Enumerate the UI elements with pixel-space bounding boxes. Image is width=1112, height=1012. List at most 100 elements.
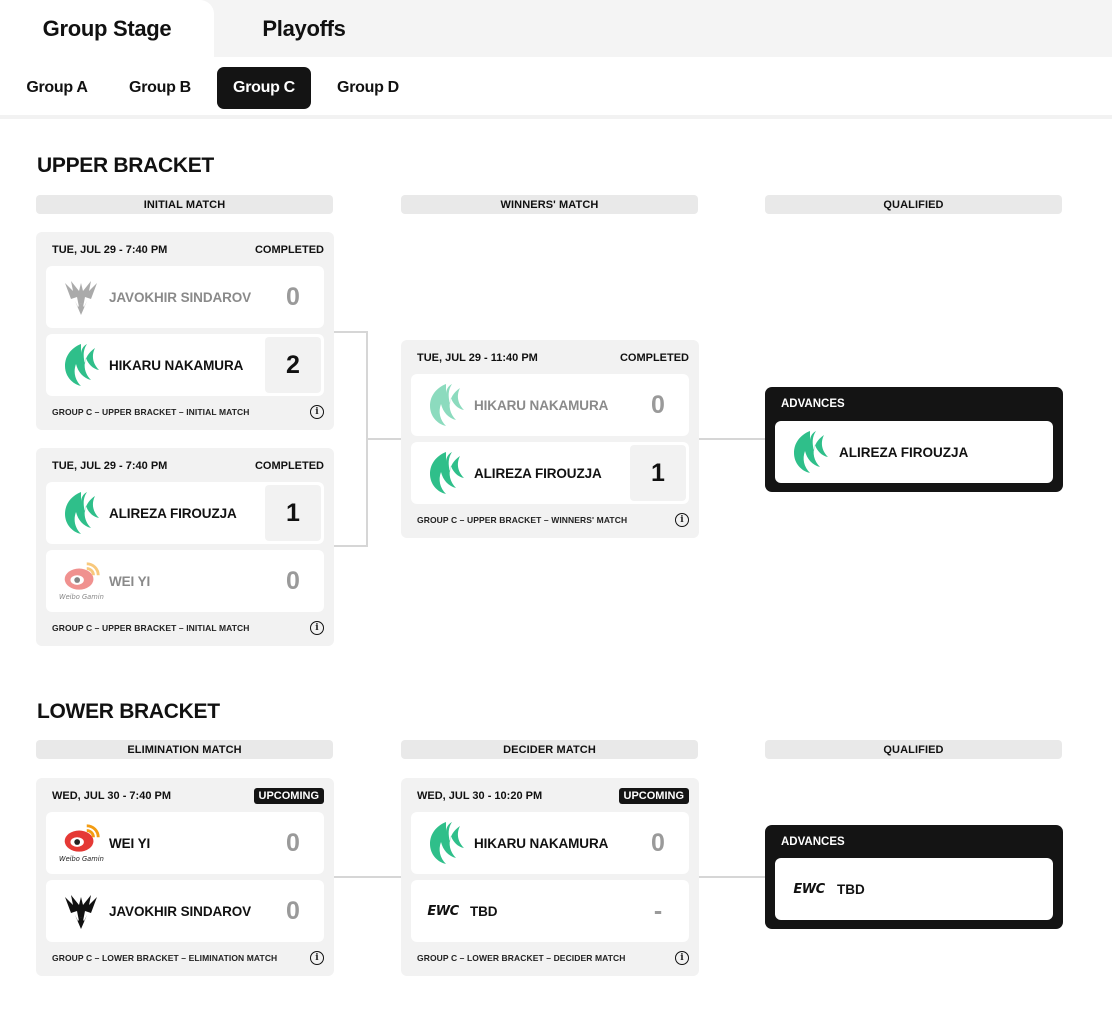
player-score: 0 — [651, 828, 665, 857]
ewc-logo-text: EWC — [793, 881, 825, 897]
match-header: WED, JUL 30 - 7:40 PM UPCOMING — [52, 788, 324, 804]
player-score: 0 — [651, 390, 665, 419]
player-name: WEI YI — [109, 835, 151, 851]
tab-group-b[interactable]: Group B — [116, 67, 204, 109]
stage-tab-bar: Group Stage Playoffs — [0, 0, 1112, 57]
player-name: ALIREZA FIROUZJA — [474, 465, 602, 481]
falcons-logo-icon — [787, 429, 833, 475]
vitality-logo-icon — [58, 888, 104, 934]
ewc-logo-text: EWC — [427, 903, 459, 919]
player-score: 0 — [286, 828, 300, 857]
col-header-elimination-match: ELIMINATION MATCH — [36, 740, 333, 759]
player-row[interactable]: Weibo Gaming WEI YI 0 — [46, 550, 324, 612]
status-badge: UPCOMING — [618, 788, 689, 804]
player-score: 0 — [286, 566, 300, 595]
weibo-logo-icon: Weibo Gaming — [58, 820, 104, 866]
bracket-connector — [366, 438, 401, 440]
status-badge: COMPLETED — [254, 244, 324, 256]
player-row[interactable]: HIKARU NAKAMURA 0 — [411, 374, 689, 436]
match-label: GROUP C – LOWER BRACKET – DECIDER MATCH — [417, 953, 626, 963]
player-name: TBD — [837, 881, 865, 897]
match-card[interactable]: TUE, JUL 29 - 7:40 PM COMPLETED ALIREZA … — [36, 448, 334, 646]
player-name: ALIREZA FIROUZJA — [839, 444, 969, 460]
advances-label: ADVANCES — [781, 398, 845, 410]
status-badge: COMPLETED — [619, 352, 689, 364]
player-row[interactable]: EWC TBD - — [411, 880, 689, 942]
weibo-logo-icon: Weibo Gaming — [58, 558, 104, 604]
info-icon[interactable]: i — [310, 951, 324, 965]
match-header: TUE, JUL 29 - 11:40 PM COMPLETED — [417, 350, 689, 366]
match-footer: GROUP C – UPPER BRACKET – INITIAL MATCH … — [52, 404, 324, 420]
advances-card[interactable]: ADVANCES ALIREZA FIROUZJA — [765, 387, 1063, 492]
match-date: TUE, JUL 29 - 7:40 PM — [52, 460, 168, 472]
match-card[interactable]: TUE, JUL 29 - 7:40 PM COMPLETED JAVOKHIR… — [36, 232, 334, 430]
player-row[interactable]: HIKARU NAKAMURA 2 — [46, 334, 324, 396]
match-label: GROUP C – UPPER BRACKET – INITIAL MATCH — [52, 407, 250, 417]
match-header: TUE, JUL 29 - 7:40 PM COMPLETED — [52, 458, 324, 474]
info-icon[interactable]: i — [310, 621, 324, 635]
bracket-connector — [698, 876, 765, 878]
bracket-connector — [698, 438, 765, 440]
tab-playoffs[interactable]: Playoffs — [214, 0, 394, 57]
falcons-logo-icon — [423, 382, 469, 428]
advances-label: ADVANCES — [781, 836, 845, 848]
match-card[interactable]: WED, JUL 30 - 10:20 PM UPCOMING HIKARU N… — [401, 778, 699, 976]
match-label: GROUP C – LOWER BRACKET – ELIMINATION MA… — [52, 953, 278, 963]
lower-bracket-title: LOWER BRACKET — [37, 700, 220, 723]
player-name: HIKARU NAKAMURA — [109, 357, 244, 373]
match-card[interactable]: TUE, JUL 29 - 11:40 PM COMPLETED HIKARU … — [401, 340, 699, 538]
advances-player-row[interactable]: ALIREZA FIROUZJA — [775, 421, 1053, 483]
advances-player-row[interactable]: EWC TBD — [775, 858, 1053, 920]
ewc-logo-icon: EWC — [787, 882, 831, 897]
falcons-logo-icon — [58, 342, 104, 388]
player-row[interactable]: Weibo Gaming WEI YI 0 — [46, 812, 324, 874]
tab-group-a[interactable]: Group A — [12, 67, 102, 109]
player-name: WEI YI — [109, 573, 151, 589]
player-row[interactable]: JAVOKHIR SINDAROV 0 — [46, 880, 324, 942]
info-icon[interactable]: i — [675, 951, 689, 965]
player-name: ALIREZA FIROUZJA — [109, 505, 237, 521]
player-row[interactable]: HIKARU NAKAMURA 0 — [411, 812, 689, 874]
group-tab-bar: Group A Group B Group C Group D — [0, 57, 1112, 119]
match-footer: GROUP C – UPPER BRACKET – WINNERS' MATCH… — [417, 512, 689, 528]
weibo-logo-text: Weibo Gaming — [59, 593, 104, 601]
player-score: 0 — [286, 282, 300, 311]
match-date: TUE, JUL 29 - 11:40 PM — [417, 352, 538, 364]
player-row[interactable]: JAVOKHIR SINDAROV 0 — [46, 266, 324, 328]
tab-group-stage[interactable]: Group Stage — [0, 0, 214, 57]
bracket-connector — [333, 876, 401, 878]
match-header: WED, JUL 30 - 10:20 PM UPCOMING — [417, 788, 689, 804]
match-header: TUE, JUL 29 - 7:40 PM COMPLETED — [52, 242, 324, 258]
player-score: 1 — [265, 485, 321, 541]
match-label: GROUP C – UPPER BRACKET – WINNERS' MATCH — [417, 515, 628, 525]
col-header-initial-match: INITIAL MATCH — [36, 195, 333, 214]
advances-card[interactable]: ADVANCES EWC TBD — [765, 825, 1063, 929]
status-badge: COMPLETED — [254, 460, 324, 472]
player-row[interactable]: ALIREZA FIROUZJA 1 — [46, 482, 324, 544]
player-name: HIKARU NAKAMURA — [474, 835, 609, 851]
falcons-logo-icon — [423, 820, 469, 866]
match-date: WED, JUL 30 - 10:20 PM — [417, 790, 543, 802]
player-row[interactable]: ALIREZA FIROUZJA 1 — [411, 442, 689, 504]
player-score: 0 — [286, 896, 300, 925]
tab-group-c[interactable]: Group C — [217, 67, 311, 109]
info-icon[interactable]: i — [675, 513, 689, 527]
player-name: JAVOKHIR SINDAROV — [109, 289, 252, 305]
player-score: - — [653, 896, 663, 925]
match-date: WED, JUL 30 - 7:40 PM — [52, 790, 171, 802]
player-name: HIKARU NAKAMURA — [474, 397, 609, 413]
falcons-logo-icon — [58, 490, 104, 536]
vitality-logo-icon — [58, 274, 104, 320]
col-header-decider-match: DECIDER MATCH — [401, 740, 698, 759]
info-icon[interactable]: i — [310, 405, 324, 419]
match-date: TUE, JUL 29 - 7:40 PM — [52, 244, 168, 256]
tab-group-d[interactable]: Group D — [322, 67, 414, 109]
match-card[interactable]: WED, JUL 30 - 7:40 PM UPCOMING Weibo Gam… — [36, 778, 334, 976]
player-name: JAVOKHIR SINDAROV — [109, 903, 252, 919]
match-label: GROUP C – UPPER BRACKET – INITIAL MATCH — [52, 623, 250, 633]
col-header-winners-match: WINNERS' MATCH — [401, 195, 698, 214]
match-footer: GROUP C – LOWER BRACKET – DECIDER MATCH … — [417, 950, 689, 966]
match-footer: GROUP C – LOWER BRACKET – ELIMINATION MA… — [52, 950, 324, 966]
col-header-qualified: QUALIFIED — [765, 740, 1062, 759]
ewc-logo-icon: EWC — [421, 888, 465, 934]
